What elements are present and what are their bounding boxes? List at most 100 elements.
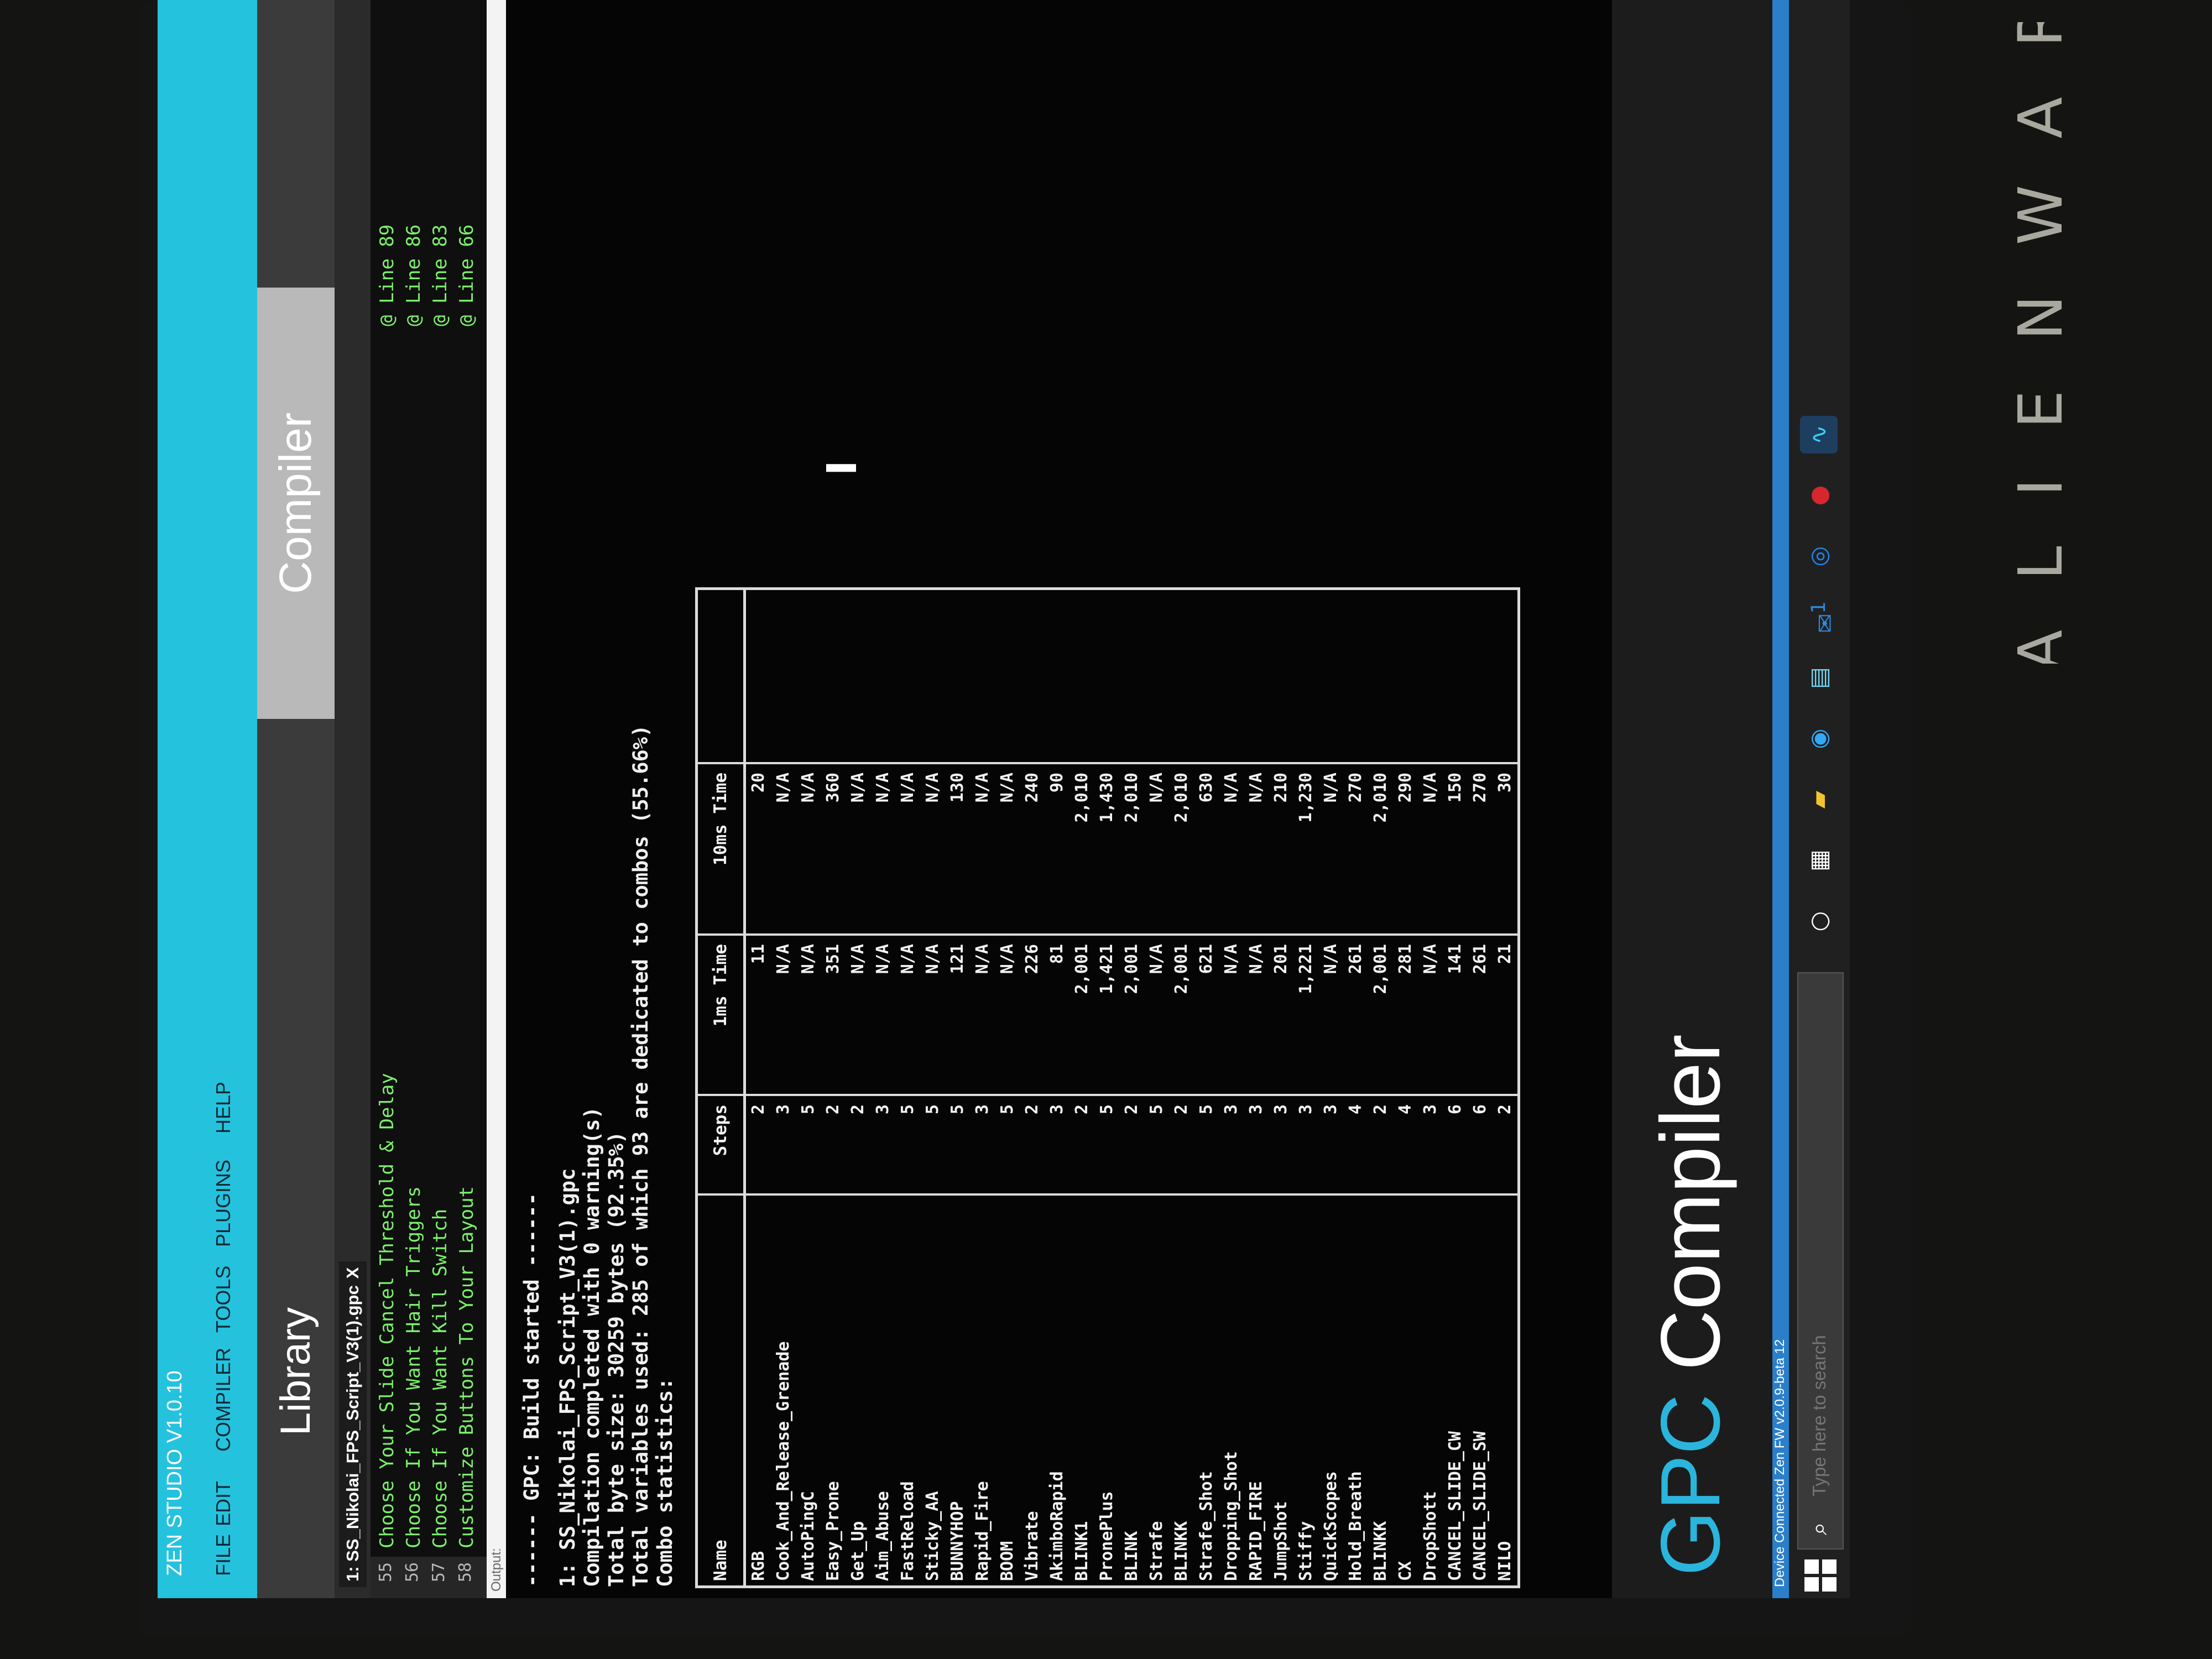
column-separator	[771, 1094, 796, 1096]
combo-steps-cell: 3	[973, 1104, 992, 1115]
combo-name-cell: Rapid_Fire	[973, 1481, 992, 1581]
compilation-result-line: Compilation completed with 0 warning(s)	[580, 1107, 604, 1587]
column-separator	[1318, 1193, 1343, 1196]
combo-name-cell: NILO	[1495, 1541, 1515, 1581]
column-separator	[846, 1193, 870, 1196]
column-separator	[920, 762, 945, 764]
app-title: ZEN STUDIO V1.0.10	[163, 1370, 186, 1576]
combo-steps-cell: 2	[1072, 1104, 1092, 1115]
taskbar-search[interactable]: ⌕	[1797, 972, 1844, 1550]
column-header-10ms-time: 10ms Time	[711, 773, 731, 865]
combo-10ms-time-cell: N/A	[848, 773, 868, 803]
column-separator	[995, 1094, 1020, 1096]
column-separator	[1293, 1193, 1318, 1196]
column-separator	[746, 1094, 771, 1096]
combo-name-cell: RAPID_FIRE	[1246, 1481, 1266, 1581]
combo-table-row: CANCEL_SLIDE_SW 6 261 270	[1468, 590, 1493, 1585]
combo-steps-cell: 5	[998, 1104, 1017, 1115]
column-separator	[1418, 1094, 1443, 1096]
column-separator	[945, 1094, 970, 1096]
menu-help[interactable]: HELP	[212, 1082, 235, 1134]
combo-10ms-time-cell: N/A	[998, 773, 1017, 803]
column-separator	[1293, 762, 1318, 764]
security-app-icon[interactable]: ●	[1800, 477, 1838, 514]
combo-10ms-time-cell: 90	[1047, 773, 1067, 793]
column-separator	[1045, 762, 1070, 764]
task-view-icon[interactable]: ▦	[1800, 842, 1838, 879]
column-separator	[1318, 933, 1343, 936]
close-icon[interactable]: X	[343, 1267, 362, 1279]
column-separator	[970, 1193, 995, 1196]
combo-1ms-time-cell: 2,001	[1072, 944, 1092, 994]
combo-1ms-time-cell: N/A	[923, 944, 942, 974]
combo-table-row: BOOM 5 N/A N/A	[995, 590, 1020, 1585]
column-separator	[1418, 933, 1443, 936]
monitor-screen: ZEN STUDIO V1.0.10 FILE EDIT COMPILER TO…	[158, 0, 1850, 1598]
compiler-tab[interactable]: Compiler	[257, 288, 335, 719]
column-separator	[821, 1193, 846, 1196]
combo-1ms-time-cell: 1,421	[1097, 944, 1117, 994]
menu-plugins[interactable]: PLUGINS	[212, 1160, 235, 1247]
combo-1ms-time-cell: 2,001	[1172, 944, 1191, 994]
menu-tools[interactable]: TOOLS	[212, 1266, 235, 1333]
column-separator	[1070, 1094, 1094, 1096]
library-tab[interactable]: Library	[257, 1228, 335, 1515]
combo-steps-cell: 3	[774, 1104, 793, 1115]
output-panel[interactable]: ------ GPC: Build started ------ 1: SS_N…	[506, 0, 1612, 1598]
output-file-line: 1: SS_Nikolai_FPS_Script_V3(1).gpc	[556, 1168, 580, 1587]
column-separator	[796, 1193, 821, 1196]
edge-icon[interactable]: ◉	[1800, 720, 1838, 758]
combo-steps-cell: 6	[1446, 1104, 1465, 1115]
column-separator	[1368, 1094, 1393, 1096]
taskbar-search-input[interactable]	[1808, 998, 1830, 1498]
combo-name-cell: Vibrate	[1022, 1511, 1042, 1581]
combo-10ms-time-cell: 360	[823, 773, 843, 803]
gpc-compiler-logo: GPC Compiler	[1642, 1034, 1739, 1576]
column-separator	[1244, 1094, 1269, 1096]
cortana-icon[interactable]: ○	[1800, 902, 1838, 940]
windows-start-icon[interactable]	[1804, 1558, 1838, 1592]
combo-1ms-time-cell: 281	[1396, 944, 1415, 974]
column-separator	[771, 1193, 796, 1196]
combo-10ms-time-cell: 30	[1495, 773, 1515, 793]
combo-table-row: Easy_Prone 2 351 360	[821, 590, 846, 1585]
combo-1ms-time-cell: 261	[1470, 944, 1490, 974]
column-separator	[870, 933, 895, 936]
column-separator	[1468, 1193, 1493, 1196]
column-separator	[970, 1094, 995, 1096]
menu-compiler[interactable]: COMPILER	[212, 1348, 235, 1452]
column-separator	[821, 762, 846, 764]
combo-table-row: Strafe 5 N/A N/A	[1144, 590, 1169, 1585]
gpc-compiler-brand-bar: GPC Compiler	[1612, 0, 1772, 1598]
column-separator	[1244, 1193, 1269, 1196]
column-separator	[870, 1193, 895, 1196]
steam-icon[interactable]: ◎	[1800, 538, 1838, 575]
combo-1ms-time-cell: N/A	[998, 944, 1017, 974]
combo-name-cell: Strafe	[1147, 1521, 1166, 1581]
column-separator	[796, 1094, 821, 1096]
combo-table-row: NILO 2 21 30	[1493, 590, 1517, 1585]
store-icon[interactable]: ▤	[1800, 659, 1838, 697]
combo-10ms-time-cell: N/A	[1246, 773, 1266, 803]
menu-file[interactable]: FILE	[212, 1534, 235, 1576]
column-separator	[1144, 1193, 1169, 1196]
combo-10ms-time-cell: 1,230	[1296, 773, 1316, 823]
column-separator	[1045, 1193, 1070, 1196]
menu-edit[interactable]: EDIT	[212, 1481, 235, 1526]
combo-10ms-time-cell: 2,010	[1072, 773, 1092, 823]
code-editor[interactable]: 55 56 57 58 Choose Your Slide Cancel Thr…	[371, 0, 487, 1598]
file-explorer-icon[interactable]: ▰	[1800, 781, 1838, 818]
combo-1ms-time-cell: 11	[749, 944, 768, 964]
column-separator	[698, 933, 743, 936]
combo-10ms-time-cell: 130	[948, 773, 967, 803]
combo-1ms-time-cell: N/A	[848, 944, 868, 974]
column-separator	[821, 1094, 846, 1096]
combo-10ms-time-cell: 1,430	[1097, 773, 1117, 823]
mail-icon[interactable]: ✉1	[1800, 598, 1839, 636]
combo-10ms-time-cell: 290	[1396, 773, 1415, 803]
zen-studio-icon[interactable]: ∿	[1800, 416, 1838, 453]
script-tab[interactable]: 1: SS_Nikolai_FPS_Script_V3(1).gpc X	[339, 1261, 367, 1587]
monitor-brand: ALIENWARE	[1980, 22, 2101, 664]
combo-steps-cell: 3	[1296, 1104, 1316, 1115]
combo-1ms-time-cell: N/A	[1321, 944, 1340, 974]
